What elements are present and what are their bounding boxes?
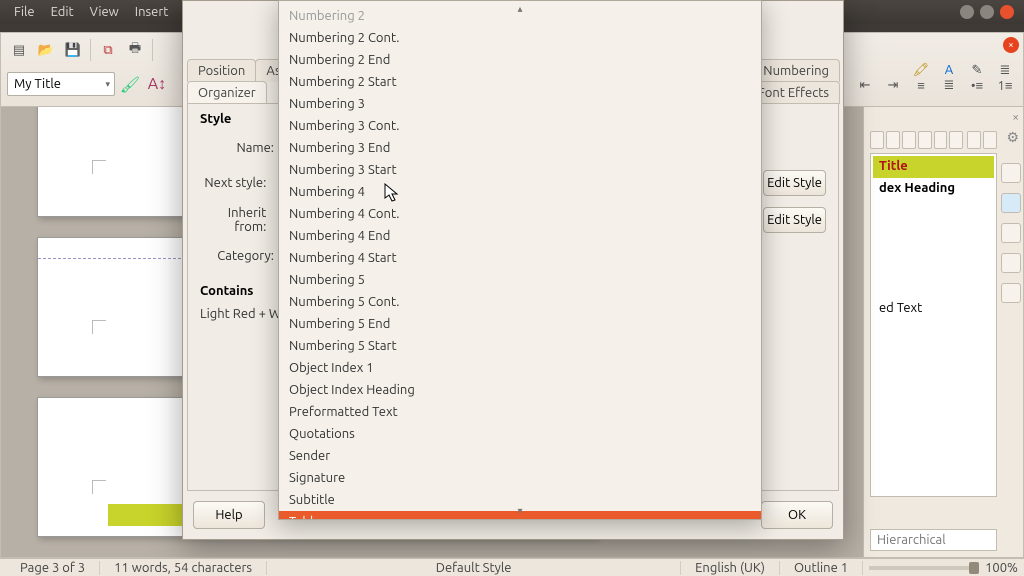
paragraph-style-combo[interactable]: My Title [7,72,115,96]
toolbar-right-group-2: ⇤ ⇥ ≡ ≣ •≡ 1≡ [853,73,1017,97]
toolbar-print-icon[interactable]: 🖶 [123,38,147,62]
dropdown-item[interactable]: Numbering 2 Start [279,71,761,93]
dropdown-scroll-down-icon[interactable]: ▾ [517,505,522,517]
bullet-list-icon[interactable]: •≡ [965,73,989,97]
help-button[interactable]: Help [193,501,265,529]
frame-styles-icon[interactable] [902,131,916,149]
next-style-dropdown[interactable]: ▴ Numbering 2Numbering 2 Cont.Numbering … [278,0,762,520]
line-spacing-icon[interactable]: ≣ [937,73,961,97]
dropdown-scroll-up-icon[interactable]: ▴ [517,3,522,15]
menu-insert[interactable]: Insert [127,3,177,21]
indent-icon[interactable]: ⇥ [881,73,905,97]
status-zoom[interactable]: 100% [985,561,1018,575]
dropdown-item[interactable]: Object Index 1 [279,357,761,379]
dropdown-item[interactable]: Quotations [279,423,761,445]
menu-view[interactable]: View [82,3,127,21]
tab-position[interactable]: Position [187,59,256,82]
status-lang[interactable]: English (UK) [681,561,780,575]
styles-filter-combo[interactable]: Hierarchical [870,529,997,551]
sidebar-rail [999,163,1023,303]
dropdown-item[interactable]: Numbering 3 Cont. [279,115,761,137]
outdent-icon[interactable]: ⇤ [853,73,877,97]
window-controls [960,5,1018,19]
dropdown-item[interactable]: Numbering 3 [279,93,761,115]
window-minimize-icon[interactable] [960,5,974,19]
style-item-title[interactable]: Title [873,156,994,178]
styles-list[interactable]: Title dex Heading ed Text [870,153,997,497]
dropdown-item[interactable]: Signature [279,467,761,489]
toolbar-new-icon[interactable]: ▤ [7,38,31,62]
tab-organizer[interactable]: Organizer [187,81,267,104]
char-styles-icon[interactable] [886,131,900,149]
edit-style-inherit-button[interactable]: Edit Style [763,207,826,233]
dropdown-item[interactable]: Sender [279,445,761,467]
rail-styles-icon[interactable] [1001,193,1021,213]
new-style-icon[interactable]: A↕ [145,72,169,96]
status-style[interactable]: Default Style [267,561,681,575]
list-styles-icon[interactable] [934,131,948,149]
table-styles-icon[interactable] [949,131,963,149]
decrease-indent-icon[interactable]: ≡ [909,73,933,97]
label-name: Name: [200,141,282,155]
dropdown-item[interactable]: Numbering 5 End [279,313,761,335]
new-style-menu-icon[interactable] [983,131,997,149]
dropdown-item[interactable]: Numbering 4 [279,181,761,203]
styles-sidepanel: × ⚙ Title dex Heading ed Text Hierarchi [863,107,1023,557]
number-list-icon[interactable]: 1≡ [993,73,1017,97]
dropdown-item[interactable]: Numbering 4 Cont. [279,203,761,225]
paragraph-style-combo-value: My Title [14,77,61,91]
rail-properties-icon[interactable] [1001,163,1021,183]
dropdown-item[interactable]: Numbering 2 End [279,49,761,71]
style-item-preformatted[interactable]: ed Text [873,298,994,318]
dropdown-item[interactable]: Numbering 5 [279,269,761,291]
toolbar-open-icon[interactable]: 📂 [34,38,58,62]
dropdown-item[interactable]: Numbering 5 Cont. [279,291,761,313]
toolbar-save-icon[interactable]: 💾 [61,38,85,62]
style-item-heading[interactable]: dex Heading [873,178,994,198]
para-styles-icon[interactable] [870,131,884,149]
dropdown-item[interactable]: Numbering 2 Cont. [279,27,761,49]
dropdown-item[interactable]: Numbering 4 Start [279,247,761,269]
status-page[interactable]: Page 3 of 3 [6,561,100,575]
update-style-icon[interactable]: 🖌 [118,72,142,96]
menu-edit[interactable]: Edit [43,3,82,21]
dropdown-item[interactable]: Numbering 4 End [279,225,761,247]
dropdown-item[interactable]: Numbering 3 End [279,137,761,159]
dropdown-item[interactable]: Numbering 5 Start [279,335,761,357]
sidepanel-close-icon[interactable]: × [1012,111,1019,124]
dropdown-item[interactable]: Preformatted Text [279,401,761,423]
toolbar-pdf-icon[interactable]: ⧉ [96,38,120,62]
rail-navigator-icon[interactable] [1001,253,1021,273]
label-category: Category: [200,249,282,263]
zoom-slider[interactable] [869,566,979,570]
edit-style-next-button[interactable]: Edit Style [763,170,826,196]
label-next-style: Next style: [200,176,274,190]
label-inherit: Inherit from: [200,206,274,234]
status-outline[interactable]: Outline 1 [780,561,863,575]
window-maximize-icon[interactable] [980,5,994,19]
rail-gallery-icon[interactable] [1001,223,1021,243]
rail-page-icon[interactable] [1001,283,1021,303]
dropdown-item[interactable]: Numbering 3 Start [279,159,761,181]
ok-button[interactable]: OK [761,501,833,529]
sidepanel-settings-icon[interactable]: ⚙ [1006,129,1019,146]
fill-format-icon[interactable] [967,131,981,149]
statusbar: Page 3 of 3 11 words, 54 characters Defa… [0,558,1024,576]
window-close-icon[interactable] [1000,5,1014,19]
status-words[interactable]: 11 words, 54 characters [100,561,267,575]
menu-file[interactable]: File [6,3,43,21]
dropdown-item[interactable]: Object Index Heading [279,379,761,401]
page-styles-icon[interactable] [918,131,932,149]
